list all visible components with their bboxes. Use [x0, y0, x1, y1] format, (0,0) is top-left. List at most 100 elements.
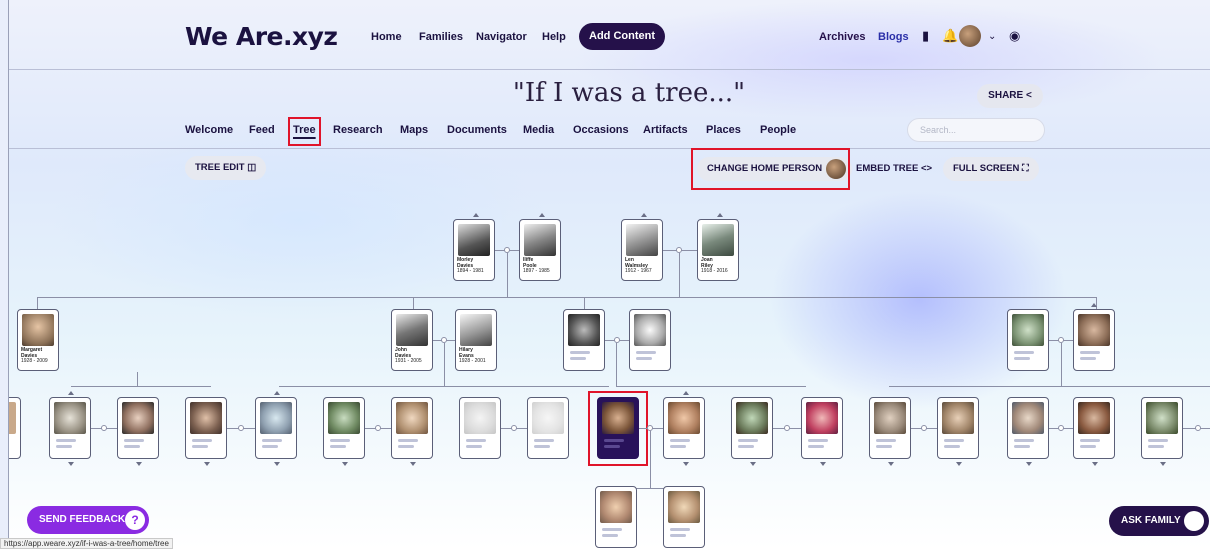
nav-families[interactable]: Families — [419, 31, 463, 43]
bell-icon[interactable]: 🔔 — [942, 28, 958, 44]
expand-down-icon[interactable] — [204, 462, 210, 466]
tab-maps[interactable]: Maps — [400, 124, 428, 136]
tab-occasions[interactable]: Occasions — [573, 124, 629, 136]
tab-media[interactable]: Media — [523, 124, 554, 136]
send-feedback-button[interactable]: SEND FEEDBACK? — [27, 506, 149, 534]
person-card[interactable] — [117, 397, 159, 459]
help-icon: ? — [125, 510, 145, 530]
expand-down-icon[interactable] — [683, 462, 689, 466]
search-input[interactable]: Search... — [907, 118, 1045, 142]
full-screen-button[interactable]: FULL SCREEN ⛶ — [943, 157, 1039, 181]
person-card[interactable] — [629, 309, 671, 371]
ask-family-button[interactable]: ASK FAMILY — [1109, 506, 1209, 536]
expand-down-icon[interactable] — [342, 462, 348, 466]
lightbulb-icon[interactable]: ◉ — [1009, 28, 1020, 44]
tree-connector — [413, 297, 414, 309]
person-card[interactable] — [9, 397, 21, 459]
expand-up-icon[interactable] — [1091, 303, 1097, 307]
person-photo — [22, 314, 54, 346]
person-card[interactable] — [1141, 397, 1183, 459]
person-card[interactable] — [663, 486, 705, 548]
blurred-name — [670, 439, 690, 442]
tree-connector — [921, 425, 927, 431]
tab-artifacts[interactable]: Artifacts — [643, 124, 688, 136]
person-card[interactable] — [185, 397, 227, 459]
expand-up-icon[interactable] — [539, 213, 545, 217]
person-card[interactable] — [731, 397, 773, 459]
person-card-hilary[interactable]: Hilary Evans 1928 - 2001 — [455, 309, 497, 371]
tree-connector — [238, 425, 244, 431]
person-card[interactable] — [563, 309, 605, 371]
person-card[interactable] — [663, 397, 705, 459]
expand-down-icon[interactable] — [750, 462, 756, 466]
blurred-name — [876, 439, 896, 442]
expand-down-icon[interactable] — [1160, 462, 1166, 466]
expand-up-icon[interactable] — [274, 391, 280, 395]
expand-down-icon[interactable] — [1092, 462, 1098, 466]
avatar[interactable] — [959, 25, 981, 47]
person-card[interactable] — [1007, 397, 1049, 459]
logo[interactable]: We Are.xyz — [185, 22, 338, 51]
tree-connector — [650, 431, 651, 488]
tab-welcome[interactable]: Welcome — [185, 124, 233, 136]
tree-connector — [101, 425, 107, 431]
embed-tree-button[interactable]: EMBED TREE <> — [846, 157, 942, 181]
expand-down-icon[interactable] — [1026, 462, 1032, 466]
tree-connector — [37, 297, 1097, 298]
nav-home[interactable]: Home — [371, 31, 402, 43]
blurred-name — [466, 445, 482, 448]
expand-down-icon[interactable] — [410, 462, 416, 466]
send-feedback-label: SEND FEEDBACK — [39, 514, 126, 525]
tree-connector — [614, 337, 620, 343]
person-card-morley[interactable]: Morley Davies 1894 - 1981 — [453, 219, 495, 281]
nav-navigator[interactable]: Navigator — [476, 31, 527, 43]
person-card[interactable] — [1073, 397, 1115, 459]
bookmark-icon[interactable]: ▮ — [922, 28, 929, 44]
person-card[interactable] — [595, 486, 637, 548]
person-card-joan[interactable]: Joan Riley 1918 - 2016 — [697, 219, 739, 281]
person-card[interactable] — [323, 397, 365, 459]
expand-up-icon[interactable] — [717, 213, 723, 217]
nav-blogs[interactable]: Blogs — [878, 31, 909, 43]
expand-up-icon[interactable] — [68, 391, 74, 395]
expand-down-icon[interactable] — [274, 462, 280, 466]
nav-help[interactable]: Help — [542, 31, 566, 43]
expand-down-icon[interactable] — [136, 462, 142, 466]
person-card[interactable] — [255, 397, 297, 459]
tab-people[interactable]: People — [760, 124, 796, 136]
tab-places[interactable]: Places — [706, 124, 741, 136]
person-card-margaret[interactable]: Margaret Davies 1928 - 2009 — [17, 309, 59, 371]
person-card[interactable] — [801, 397, 843, 459]
expand-icon: ⛶ — [1021, 163, 1029, 174]
tab-documents[interactable]: Documents — [447, 124, 507, 136]
add-content-button[interactable]: Add Content — [579, 23, 665, 50]
person-card[interactable] — [1007, 309, 1049, 371]
person-card[interactable] — [391, 397, 433, 459]
person-card[interactable] — [527, 397, 569, 459]
nav-archives[interactable]: Archives — [819, 31, 865, 43]
person-card[interactable] — [49, 397, 91, 459]
expand-up-icon[interactable] — [473, 213, 479, 217]
person-card[interactable] — [869, 397, 911, 459]
expand-down-icon[interactable] — [820, 462, 826, 466]
tree-edit-button[interactable]: TREE EDIT ◫ — [185, 156, 267, 180]
person-card[interactable] — [937, 397, 979, 459]
expand-down-icon[interactable] — [68, 462, 74, 466]
person-card-len[interactable]: Len Walmsley 1912 - 1967 — [621, 219, 663, 281]
blurred-name — [636, 357, 652, 360]
share-button[interactable]: SHARE < — [977, 84, 1043, 108]
tab-research[interactable]: Research — [333, 124, 383, 136]
expand-up-icon[interactable] — [683, 391, 689, 395]
person-card-john[interactable]: John Davies 1931 - 2005 — [391, 309, 433, 371]
tab-feed[interactable]: Feed — [249, 124, 275, 136]
chevron-down-icon[interactable]: ⌄ — [988, 31, 996, 42]
expand-up-icon[interactable] — [641, 213, 647, 217]
person-card[interactable] — [1073, 309, 1115, 371]
person-card-iliffe[interactable]: Iliffe Poole 1897 - 1985 — [519, 219, 561, 281]
ask-family-label: ASK FAMILY — [1121, 515, 1181, 526]
expand-down-icon[interactable] — [956, 462, 962, 466]
person-card[interactable] — [459, 397, 501, 459]
tree-edit-label: TREE EDIT — [195, 162, 245, 173]
blurred-name — [534, 439, 554, 442]
expand-down-icon[interactable] — [888, 462, 894, 466]
